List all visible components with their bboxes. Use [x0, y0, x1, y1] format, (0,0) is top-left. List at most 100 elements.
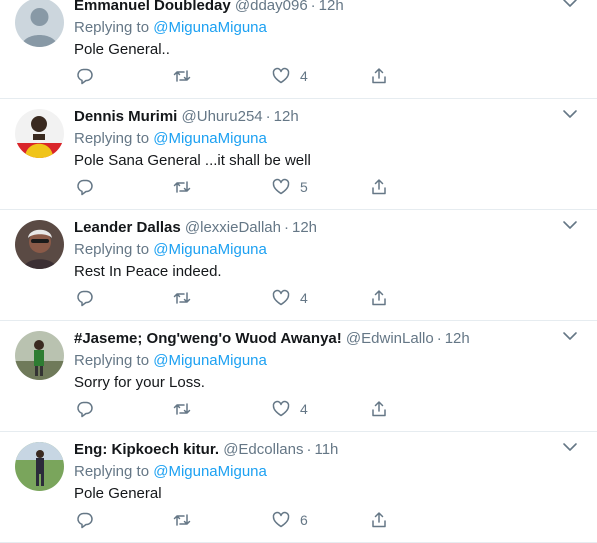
user-handle[interactable]: @Uhuru254 — [182, 108, 263, 125]
separator-dot: · — [310, 0, 316, 14]
like-icon — [272, 400, 290, 417]
tweet-header: Emmanuel Doubleday @dday096 · 12h — [74, 0, 344, 14]
timestamp[interactable]: 12h — [292, 219, 317, 236]
reply-button[interactable] — [76, 399, 94, 419]
like-icon — [272, 289, 290, 306]
share-icon — [372, 179, 386, 195]
separator-dot: · — [284, 219, 289, 236]
like-button[interactable]: 5 — [272, 177, 308, 197]
replying-to-label: Replying to — [74, 241, 150, 258]
tweet-actions: 4 — [74, 288, 394, 308]
tweet-text: Rest In Peace indeed. — [74, 263, 222, 280]
chevron-down-icon[interactable] — [561, 327, 579, 345]
reply-tweet[interactable]: Emmanuel Doubleday @dday096 · 12h Replying… — [0, 0, 597, 99]
like-icon — [272, 67, 290, 84]
like-button[interactable]: 6 — [272, 510, 308, 530]
tweet-actions: 6 — [74, 510, 394, 530]
tweet-actions: 4 — [74, 399, 394, 419]
like-icon — [272, 511, 290, 528]
timestamp[interactable]: 12h — [319, 0, 344, 14]
mention-link[interactable]: @MigunaMiguna — [153, 130, 267, 147]
avatar[interactable] — [15, 331, 64, 380]
reply-button[interactable] — [76, 177, 94, 197]
reply-thread: Emmanuel Doubleday @dday096 · 12h Replying… — [0, 0, 597, 543]
user-handle[interactable]: @EdwinLallo — [346, 330, 434, 347]
timestamp[interactable]: 12h — [274, 108, 299, 125]
retweet-button[interactable] — [173, 510, 191, 530]
display-name[interactable]: Eng: Kipkoech kitur. — [74, 441, 219, 458]
avatar[interactable] — [15, 442, 64, 491]
user-handle[interactable]: @lexxieDallah — [185, 219, 281, 236]
like-icon — [272, 178, 290, 195]
mention-link[interactable]: @MigunaMiguna — [153, 352, 267, 369]
separator-dot: · — [265, 108, 271, 125]
retweet-button[interactable] — [173, 66, 191, 86]
reply-icon — [77, 401, 93, 418]
reply-button[interactable] — [76, 510, 94, 530]
separator-dot: · — [436, 330, 442, 347]
replying-to: Replying to @MigunaMiguna — [74, 130, 267, 147]
reply-tweet[interactable]: Dennis Murimi @Uhuru254 · 12h Replying to … — [0, 99, 597, 210]
retweet-icon — [173, 181, 191, 193]
reply-tweet[interactable]: Eng: Kipkoech kitur. @Edcollans · 11h Repl… — [0, 432, 597, 543]
tweet-text: Pole General.. — [74, 41, 170, 58]
reply-icon — [77, 68, 93, 85]
retweet-icon — [173, 514, 191, 526]
like-button[interactable]: 4 — [272, 66, 308, 86]
share-icon — [372, 512, 386, 528]
display-name[interactable]: Leander Dallas — [74, 219, 181, 236]
user-handle[interactable]: @Edcollans — [223, 441, 303, 458]
avatar[interactable] — [15, 109, 64, 158]
reply-button[interactable] — [76, 66, 94, 86]
like-count: 5 — [300, 179, 308, 195]
like-count: 4 — [300, 68, 308, 84]
reply-tweet[interactable]: #Jaseme; Ong'weng'o Wuod Awanya! @EdwinL… — [0, 321, 597, 432]
share-button[interactable] — [370, 399, 388, 419]
replying-to: Replying to @MigunaMiguna — [74, 463, 267, 480]
timestamp[interactable]: 12h — [445, 330, 470, 347]
retweet-icon — [173, 70, 191, 82]
replying-to-label: Replying to — [74, 463, 150, 480]
retweet-button[interactable] — [173, 399, 191, 419]
share-button[interactable] — [370, 288, 388, 308]
share-button[interactable] — [370, 177, 388, 197]
tweet-actions: 5 — [74, 177, 394, 197]
retweet-button[interactable] — [173, 177, 191, 197]
like-count: 4 — [300, 401, 308, 417]
separator-dot: · — [306, 441, 312, 458]
chevron-down-icon[interactable] — [561, 438, 579, 456]
reply-button[interactable] — [76, 288, 94, 308]
mention-link[interactable]: @MigunaMiguna — [153, 241, 267, 258]
tweet-text: Sorry for your Loss. — [74, 374, 205, 391]
replying-to: Replying to @MigunaMiguna — [74, 352, 267, 369]
chevron-down-icon[interactable] — [561, 0, 579, 12]
tweet-header: #Jaseme; Ong'weng'o Wuod Awanya! @EdwinL… — [74, 330, 470, 347]
chevron-down-icon[interactable] — [561, 216, 579, 234]
replying-to-label: Replying to — [74, 352, 150, 369]
like-button[interactable]: 4 — [272, 399, 308, 419]
mention-link[interactable]: @MigunaMiguna — [153, 19, 267, 36]
reply-tweet[interactable]: Leander Dallas @lexxieDallah · 12h Replyin… — [0, 210, 597, 321]
mention-link[interactable]: @MigunaMiguna — [153, 463, 267, 480]
tweet-header: Dennis Murimi @Uhuru254 · 12h — [74, 108, 299, 125]
share-button[interactable] — [370, 66, 388, 86]
timestamp[interactable]: 11h — [314, 441, 338, 458]
display-name[interactable]: #Jaseme; Ong'weng'o Wuod Awanya! — [74, 330, 342, 347]
display-name[interactable]: Emmanuel Doubleday — [74, 0, 231, 14]
tweet-header: Leander Dallas @lexxieDallah · 12h — [74, 219, 317, 236]
like-button[interactable]: 4 — [272, 288, 308, 308]
tweet-text: Pole General — [74, 485, 162, 502]
tweet-header: Eng: Kipkoech kitur. @Edcollans · 11h — [74, 441, 338, 458]
share-icon — [372, 290, 386, 306]
like-count: 6 — [300, 512, 308, 528]
user-handle[interactable]: @dday096 — [235, 0, 308, 14]
chevron-down-icon[interactable] — [561, 105, 579, 123]
avatar[interactable] — [15, 0, 64, 47]
retweet-button[interactable] — [173, 288, 191, 308]
share-button[interactable] — [370, 510, 388, 530]
display-name[interactable]: Dennis Murimi — [74, 108, 177, 125]
share-icon — [372, 401, 386, 417]
avatar[interactable] — [15, 220, 64, 269]
replying-to-label: Replying to — [74, 130, 150, 147]
reply-icon — [77, 290, 93, 307]
